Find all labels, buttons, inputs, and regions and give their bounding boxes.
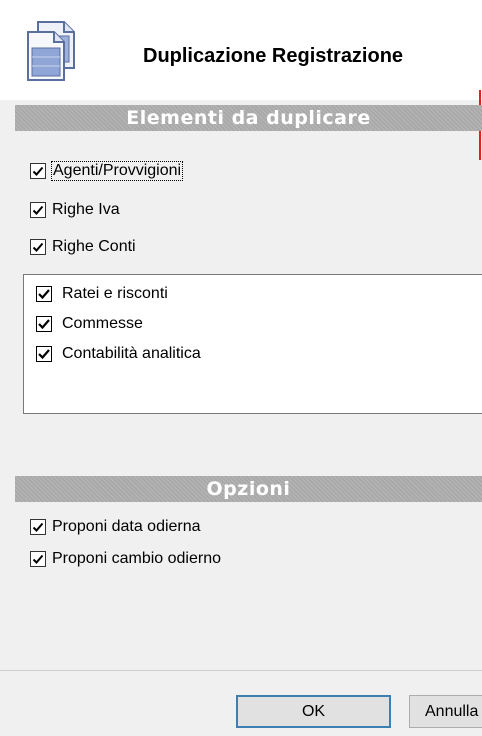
- list-item-ratei-risconti[interactable]: Ratei e risconti: [36, 285, 168, 303]
- checkbox-agenti-provvigioni[interactable]: Agenti/Provvigioni: [30, 161, 184, 181]
- document-duplicate-icon: [24, 20, 84, 82]
- checkbox-label: Righe Iva: [52, 201, 120, 218]
- list-item-label: Ratei e risconti: [62, 285, 168, 302]
- list-item-commesse[interactable]: Commesse: [36, 315, 143, 333]
- checkbox-label: Proponi data odierna: [52, 518, 201, 535]
- checkbox-icon[interactable]: [36, 316, 52, 332]
- checkbox-icon[interactable]: [30, 551, 46, 567]
- checkbox-label: Righe Conti: [52, 238, 136, 255]
- cancel-button[interactable]: Annulla: [409, 695, 482, 728]
- checkbox-icon[interactable]: [30, 163, 46, 179]
- checkbox-righe-iva[interactable]: Righe Iva: [30, 201, 120, 219]
- ok-button[interactable]: OK: [236, 695, 391, 728]
- checkbox-label: Agenti/Provvigioni: [50, 161, 184, 181]
- section-header-elements: Elementi da duplicare: [15, 105, 482, 131]
- list-item-contabilita-analitica[interactable]: Contabilità analitica: [36, 345, 201, 363]
- list-item-label: Commesse: [62, 315, 143, 332]
- checkbox-proponi-data-odierna[interactable]: Proponi data odierna: [30, 518, 201, 536]
- checkbox-icon[interactable]: [36, 286, 52, 302]
- checkbox-label: Proponi cambio odierno: [52, 550, 221, 567]
- dialog-title: Duplicazione Registrazione: [143, 45, 404, 67]
- checkbox-icon[interactable]: [30, 239, 46, 255]
- checkbox-icon[interactable]: [30, 202, 46, 218]
- dialog-header: Duplicazione Registrazione: [0, 0, 482, 100]
- checkbox-righe-conti[interactable]: Righe Conti: [30, 238, 136, 256]
- section-header-options: Opzioni: [15, 476, 482, 502]
- duplication-dialog: Duplicazione Registrazione Elementi da d…: [0, 0, 482, 736]
- checked-listbox[interactable]: Ratei e risconti Commesse Contabilità an…: [23, 274, 482, 414]
- list-item-label: Contabilità analitica: [62, 345, 201, 362]
- checkbox-proponi-cambio-odierno[interactable]: Proponi cambio odierno: [30, 550, 221, 568]
- checkbox-icon[interactable]: [36, 346, 52, 362]
- checkbox-icon[interactable]: [30, 519, 46, 535]
